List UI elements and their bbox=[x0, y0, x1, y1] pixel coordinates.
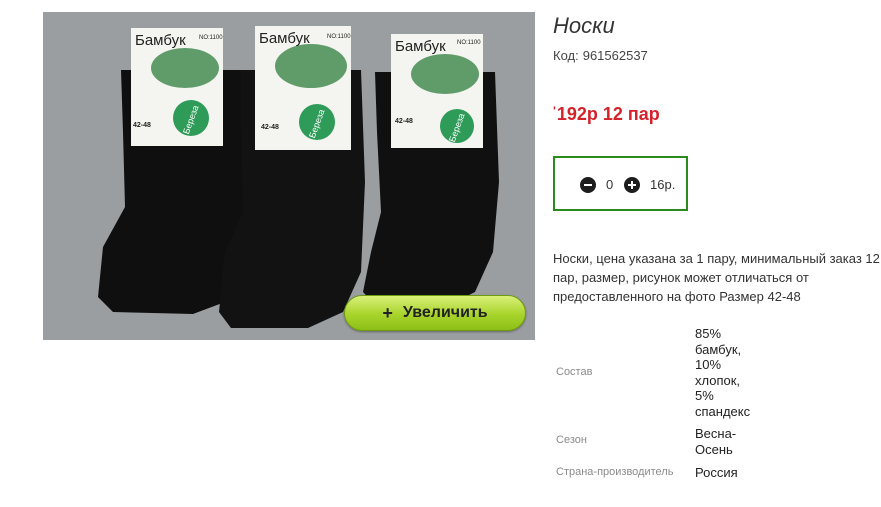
price-value: 192р 12 пар bbox=[556, 104, 660, 124]
minus-circle-icon[interactable] bbox=[580, 177, 596, 193]
plus-circle-icon[interactable] bbox=[624, 177, 640, 193]
pack-size: 42-48 bbox=[395, 118, 413, 125]
zoom-button-label: Увеличить bbox=[402, 304, 488, 321]
product-code-value: 961562537 bbox=[582, 48, 648, 63]
price-mark: ' bbox=[553, 104, 556, 118]
pack-size: 42-48 bbox=[261, 124, 279, 131]
pack-number: NO:1100 bbox=[457, 40, 481, 46]
pack-number: NO:1100 bbox=[327, 34, 351, 40]
pack-brand: Бамбук bbox=[259, 30, 310, 47]
product-title: Носки bbox=[553, 13, 615, 38]
quantity-stepper: 0 16р. bbox=[553, 156, 688, 211]
pack-size: 42-48 bbox=[133, 122, 151, 129]
zoom-button[interactable]: + Увеличить bbox=[344, 295, 526, 331]
pack-number: NO:1100 bbox=[199, 35, 223, 41]
product-code-label: Код: bbox=[553, 48, 579, 63]
plus-icon: + bbox=[382, 302, 393, 323]
spec-label: Страна-производитель bbox=[556, 466, 674, 478]
pack-brand: Бамбук bbox=[395, 38, 446, 55]
unit-price: 16р. bbox=[650, 177, 676, 192]
socks-illustration bbox=[98, 26, 499, 328]
spec-value: Россия bbox=[695, 465, 738, 480]
pack-brand: Бамбук bbox=[135, 32, 186, 49]
quantity-value: 0 bbox=[606, 177, 614, 192]
spec-value: 85% бамбук, 10% хлопок, 5% спандекс bbox=[695, 326, 751, 419]
product-code: Код: 961562537 bbox=[553, 48, 648, 63]
spec-label: Состав bbox=[556, 366, 593, 378]
spec-label: Сезон bbox=[556, 434, 587, 446]
product-price: '192р 12 пар bbox=[553, 104, 660, 125]
spec-value: Весна- Осень bbox=[695, 426, 737, 457]
product-description: Носки, цена указана за 1 пару, минимальн… bbox=[553, 251, 880, 304]
product-photo[interactable]: Бамбук NO:1100 42-48 Береза Бамбук NO:11… bbox=[43, 12, 535, 340]
